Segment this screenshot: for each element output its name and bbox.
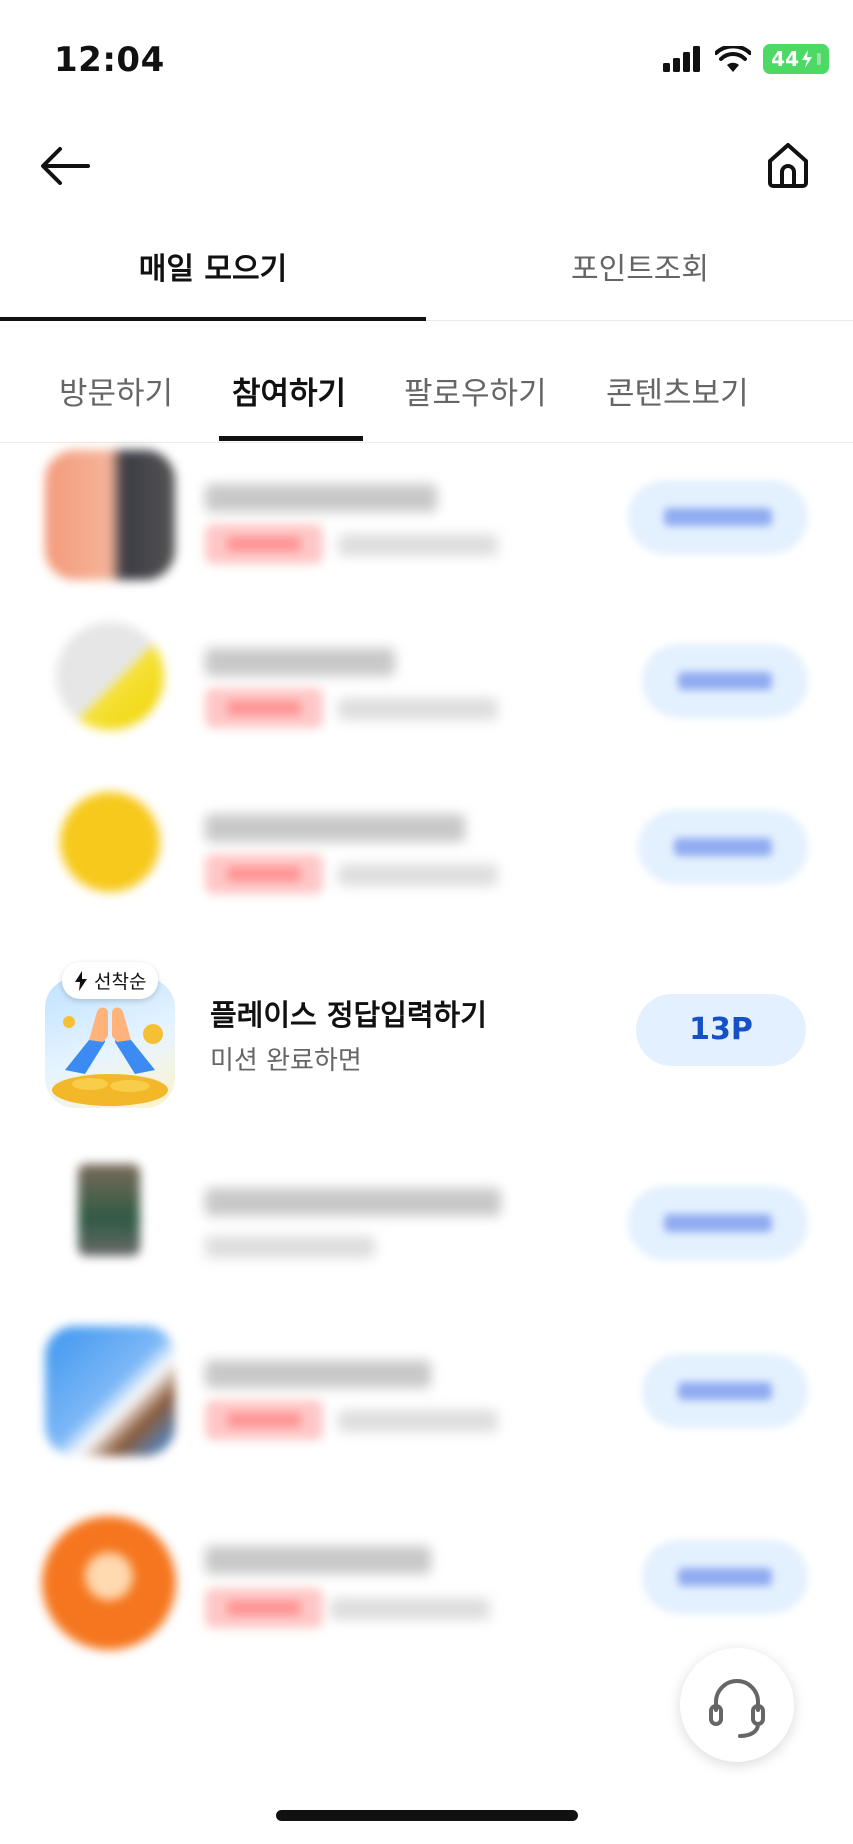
item-title-placeholder [205,1188,501,1216]
tab-point-lookup[interactable]: 포인트조회 [427,230,853,320]
battery-cap [817,53,821,65]
battery-indicator: 44 [763,44,829,74]
home-button[interactable] [763,139,813,191]
lightning-icon [75,970,87,991]
item-subtitle-placeholder [330,1598,490,1620]
item-subtitle-placeholder [338,534,498,556]
main-tabs: 매일 모으기 포인트조회 [0,230,853,321]
list-item[interactable] [0,1164,853,1334]
first-come-badge: 선착순 [62,962,159,999]
signal-icon [663,46,701,72]
subtab-visit[interactable]: 방문하기 [59,368,173,413]
item-subtitle-placeholder [338,864,498,886]
item-tag-placeholder [205,524,323,564]
item-title-placeholder [205,1546,431,1574]
subtab-content[interactable]: 콘텐츠보기 [606,368,749,413]
item-thumbnail [45,450,175,580]
featured-list-item[interactable]: 선착순 플레이스 정답입력하기 미션 완료하면 13P [0,962,853,1148]
item-tag-placeholder [205,688,323,728]
item-points-placeholder [628,1186,808,1260]
list-item[interactable] [0,792,853,962]
item-tag-placeholder [205,1400,323,1440]
item-points-placeholder [642,1354,808,1428]
badge-label: 선착순 [94,971,147,993]
status-icons: 44 [663,44,829,74]
list-item[interactable] [0,1326,853,1496]
customer-support-button[interactable] [680,1648,794,1762]
item-thumbnail [42,1516,176,1650]
item-thumbnail [45,1326,175,1456]
charging-icon [802,50,812,68]
item-thumbnail [56,622,164,730]
status-time: 12:04 [54,40,165,80]
nav-bar [0,125,853,205]
item-title-placeholder [205,1360,431,1388]
subtab-participate[interactable]: 참여하기 [232,368,346,413]
item-points-placeholder [638,810,808,884]
item-title: 플레이스 정답입력하기 [210,998,487,1032]
item-title-placeholder [205,814,465,842]
item-subtitle-placeholder [205,1236,375,1258]
item-subtitle-placeholder [338,698,498,720]
item-thumbnail [78,1164,140,1256]
item-points-placeholder [628,480,808,554]
item-tag-placeholder [205,854,323,894]
item-tag-placeholder [205,1588,323,1628]
tab-daily-collect[interactable]: 매일 모으기 [0,230,426,320]
list-item[interactable] [0,450,853,620]
battery-level: 44 [771,47,799,71]
main-tab-indicator [0,317,426,321]
subtab-follow[interactable]: 팔로우하기 [404,368,547,413]
item-thumbnail [60,792,160,892]
item-points-placeholder [642,1540,808,1614]
sub-tabs: 방문하기 참여하기 팔로우하기 콘텐츠보기 [0,340,853,443]
arrow-left-icon [41,147,90,185]
home-icon [768,143,808,188]
subtab-indicator [219,436,363,441]
item-subtitle-placeholder [338,1410,498,1432]
points-button[interactable]: 13P [636,994,806,1066]
back-button[interactable] [36,141,96,191]
item-title-placeholder [205,484,437,512]
item-subtitle: 미션 완료하면 [210,1046,362,1076]
item-points-placeholder [642,644,808,718]
home-indicator [276,1810,578,1821]
headset-icon [709,1679,765,1738]
wifi-icon [715,46,752,72]
status-bar: 12:04 44 [0,0,853,120]
list-item[interactable] [0,622,853,792]
item-title-placeholder [205,648,395,676]
